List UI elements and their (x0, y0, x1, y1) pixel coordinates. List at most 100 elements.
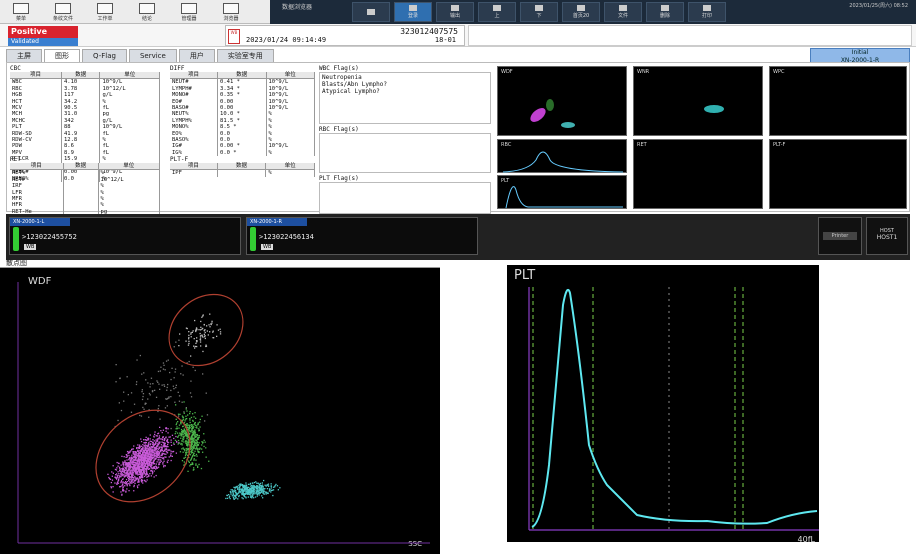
device-button-label: 上 (494, 13, 500, 19)
flags-section: WBC Flag(s) Neutropenia Blasts/Abn Lympho… (319, 65, 491, 214)
table-row[interactable]: RET%% (10, 169, 161, 177)
toolbar-button-3[interactable]: 结论 (126, 0, 168, 24)
tab-5[interactable]: 实验室专用 (216, 49, 274, 62)
device-button-2[interactable]: 输出 (436, 2, 474, 22)
toolbar-left: 菜单 条纹文件 工作单 结论 管理器 浏览器 (0, 0, 300, 24)
table-header: 数据 (61, 72, 101, 80)
device-button-5[interactable]: 首页20 (562, 2, 600, 22)
rbc-thumb[interactable]: RBC (497, 139, 627, 173)
sample-info: WB 323012407575 2023/01/24 09:14:49 18-0… (225, 25, 465, 46)
wnr-thumb[interactable]: WNR (633, 66, 763, 136)
analyzer-right-name: XN-2000-1-R (247, 218, 307, 226)
analyzer-left[interactable]: XN-2000-1-L >123022455752 WB (9, 217, 241, 255)
plt-thumb[interactable]: PLT (497, 175, 627, 209)
table-header: 数据 (217, 72, 267, 80)
pltf-thumb[interactable]: PLT-F (769, 139, 907, 209)
device-button-7[interactable]: 删除 (646, 2, 684, 22)
analyzer-right-sample: >123022456134 (259, 233, 314, 241)
device-button-label: 删除 (659, 13, 670, 19)
device-icon (577, 5, 585, 11)
wbc-flag-list: Neutropenia Blasts/Abn Lympho? Atypical Ly… (319, 72, 491, 124)
wbc-flag-item: Neutropenia (322, 74, 362, 81)
toolbar-icon (223, 2, 239, 14)
plt-histogram-plot (528, 287, 819, 531)
device-button-4[interactable]: 下 (520, 2, 558, 22)
wdf-scatter-plot (17, 282, 430, 544)
table-cell: % (265, 169, 315, 177)
wnr-thumb-plot (704, 105, 724, 113)
table-row[interactable]: IPF% (170, 169, 315, 177)
toolbar-icon (55, 2, 71, 14)
device-button-8[interactable]: 打印 (688, 2, 726, 22)
sample-mode: WB (230, 30, 238, 35)
toolbar-button-5[interactable]: 浏览器 (210, 0, 252, 24)
toolbar-button-0[interactable]: 菜单 (0, 0, 42, 24)
device-button-1[interactable]: 登录 (394, 2, 432, 22)
toolbar-icon (97, 2, 113, 14)
pltf-section: PLT-F 项目 数据 单位 IPF% (170, 156, 315, 177)
device-icon (493, 5, 501, 11)
table-cell: IPF (170, 169, 218, 177)
table-row[interactable]: NEUT# 0.41 * 10^9/L (170, 78, 315, 86)
tab-1[interactable]: 图形 (44, 49, 80, 62)
diff-table: 项目 数据 单位 NEUT# 0.41 * 10^9/L LYMPH# 3.34 * 10^9/… (170, 72, 315, 157)
analyzer-right[interactable]: XN-2000-1-R >123022456134 WB (246, 217, 478, 255)
wbc-flag-item: Atypical Lympho? (322, 88, 380, 95)
table-row[interactable]: WBC 4.10 10^9/L (10, 78, 160, 86)
analyzer-left-name: XN-2000-1-L (10, 218, 70, 226)
tab-4[interactable]: 用户 (178, 49, 215, 62)
host-button[interactable]: HOST HOST1 (866, 217, 908, 255)
result-status: Positive Validated (8, 26, 78, 46)
table-header: 单位 (98, 163, 161, 171)
rack-position: 18-01 (434, 36, 456, 44)
table-cell: 0.41 * (217, 78, 267, 86)
wnr-thumb-label: WNR (637, 69, 650, 75)
device-bar: 数据浏览器 登录 输出 上 下 首页20 文件 删除 打印 2023/01/25(周六) 08… (270, 0, 916, 24)
toolbar-button-1[interactable]: 条纹文件 (42, 0, 84, 24)
device-icon (451, 5, 459, 11)
wbc-flag-title: WBC Flag(s) (319, 65, 359, 72)
wpc-thumb[interactable]: WPC (769, 66, 907, 136)
device-icon (409, 5, 417, 11)
pltf-thumb-label: PLT-F (773, 142, 786, 148)
device-buttons: 登录 输出 上 下 首页20 文件 删除 打印 (350, 2, 728, 22)
ret-thumb[interactable]: RET (633, 139, 763, 209)
host-name: HOST1 (876, 234, 898, 241)
ret-section: RET 项目 数据 单位 RET%% RET# 10^12/L IRF% LFR% MFR% HF… (10, 156, 161, 216)
table-cell: 4.10 (61, 78, 101, 86)
tab-3[interactable]: Service (128, 49, 177, 62)
wdf-thumb-plot (530, 99, 575, 128)
info-bar: Positive Validated WB 323012407575 2023/… (0, 24, 916, 47)
toolbar-icon (13, 2, 29, 14)
initial-label: Initial (851, 49, 869, 56)
table-header: 项目 (170, 163, 218, 171)
diff-title: DIFF (170, 65, 185, 72)
tab-0[interactable]: 主屏 (6, 49, 42, 62)
status-led-icon (250, 227, 256, 251)
toolbar-button-2[interactable]: 工作单 (84, 0, 126, 24)
toolbar: 菜单 条纹文件 工作单 结论 管理器 浏览器 数据浏览器 登录 输出 上 下 首页20 文件 删除 打印… (0, 0, 916, 24)
device-button-3[interactable]: 上 (478, 2, 516, 22)
rbc-thumb-label: RBC (501, 142, 512, 148)
plt-flag-title: PLT Flag(s) (319, 175, 359, 182)
diff-section: DIFF 项目 数据 单位 NEUT# 0.41 * 10^9/L LYMPH# 3.34 *… (170, 65, 315, 157)
device-button-label: 登录 (407, 13, 418, 19)
printer-button[interactable]: Printer (818, 217, 862, 255)
analyzer-status-bar: XN-2000-1-L >123022455752 WB XN-2000-1-R… (6, 214, 910, 260)
device-button-6[interactable]: 文件 (604, 2, 642, 22)
printer-label: Printer (823, 232, 857, 240)
tab-2[interactable]: Q-Flag (82, 49, 127, 62)
table-header: 数据 (217, 163, 267, 171)
device-button-0[interactable] (352, 2, 390, 22)
cbc-title: CBC (10, 65, 21, 72)
device-button-label: 输出 (449, 13, 460, 19)
date-display: 2023/01/25(周六) 08:52 (849, 3, 908, 9)
validated-badge: Validated (8, 38, 78, 46)
device-icon (535, 5, 543, 11)
toolbar-button-4[interactable]: 管理器 (168, 0, 210, 24)
pltf-table: 项目 数据 单位 IPF% (170, 163, 315, 177)
table-cell (217, 169, 267, 177)
wdf-thumb[interactable]: WDF (497, 66, 627, 136)
table-header: 单位 (266, 72, 315, 80)
toolbar-button-label: 条纹文件 (52, 15, 73, 22)
